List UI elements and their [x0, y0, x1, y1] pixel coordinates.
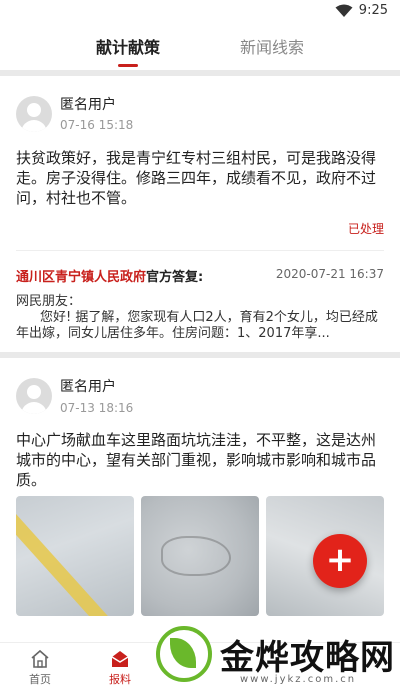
reply-org[interactable]: 通川区青宁镇人民政府	[16, 270, 146, 285]
nav-report-label: 报料	[109, 673, 131, 686]
reply-header: 通川区青宁镇人民政府官方答复:	[16, 266, 203, 285]
post-image[interactable]	[141, 496, 259, 616]
watermark-text: 金烨攻略网	[220, 638, 395, 678]
reply-text: 网民朋友： 您好! 据了解，您家现有人口2人，育有2个女儿，均已经成年出嫁，同女…	[16, 294, 378, 342]
post-username: 匿名用户	[60, 97, 116, 113]
reply-greeting: 网民朋友：	[16, 294, 82, 309]
add-button[interactable]: +	[313, 534, 367, 588]
road-crack	[161, 536, 231, 576]
divider-line	[16, 250, 384, 251]
reply-label: 官方答复:	[146, 270, 204, 285]
wifi-icon	[335, 4, 353, 17]
road-curb-stripe	[16, 514, 124, 616]
tab-news-clues[interactable]: 新闻线索	[240, 34, 304, 58]
reply-time: 2020-07-21 16:37	[275, 267, 384, 281]
tab-bar: 献计献策 新闻线索	[0, 24, 400, 70]
status-time: 9:25	[358, 3, 388, 18]
nav-report[interactable]: 报料	[100, 649, 140, 687]
avatar	[16, 96, 52, 132]
post-text: 中心广场献血车这里路面坑坑洼洼，不平整，这是达州城市的中心，望有关部门重视，影响…	[16, 431, 377, 489]
reply-body: 您好! 据了解，您家现有人口2人，育有2个女儿，均已经成年出嫁，同女儿居住多年。…	[16, 310, 378, 341]
watermark-url: www.jykz.com.cn	[240, 674, 357, 685]
home-icon	[31, 649, 49, 668]
status-bar: 9:25	[0, 0, 400, 24]
avatar	[16, 378, 52, 414]
section-divider	[0, 70, 400, 76]
post-time: 07-16 15:18	[60, 118, 134, 132]
status-badge: 已处理	[347, 222, 384, 236]
post-username: 匿名用户	[60, 379, 116, 395]
tab-suggestions[interactable]: 献计献策	[96, 34, 160, 58]
tab-active-indicator	[118, 64, 138, 67]
nav-home[interactable]: 首页	[20, 649, 60, 687]
section-divider	[0, 352, 400, 358]
watermark: 金烨攻略网 www.jykz.com.cn	[148, 622, 400, 690]
nav-home-label: 首页	[29, 673, 51, 686]
post-time: 07-13 18:16	[60, 401, 134, 415]
post-text: 扶贫政策好，我是青宁红专村三组村民，可是我路没得走。房子没得住。修路三四年，成绩…	[16, 149, 377, 207]
report-icon	[111, 651, 129, 667]
post-image[interactable]	[16, 496, 134, 616]
